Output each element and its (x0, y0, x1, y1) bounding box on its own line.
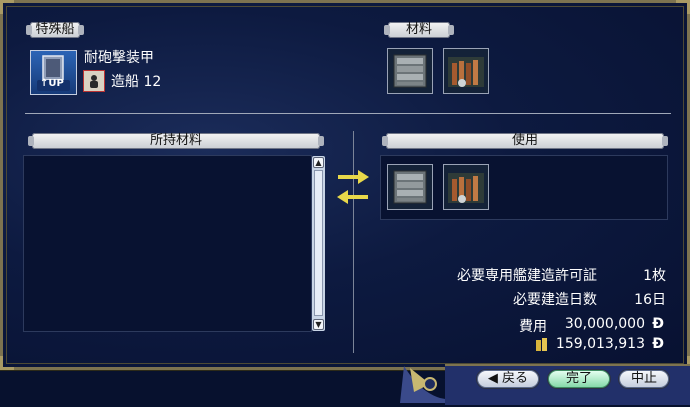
armor-book-icon[interactable]: ↑UP (30, 50, 77, 95)
back-button[interactable]: ◀ 戻る (477, 370, 539, 388)
done-button[interactable]: 完了 (548, 370, 610, 388)
cost-label: 費用 (519, 319, 547, 335)
special-ship-header: 特殊船 (26, 22, 84, 38)
shipbuilding-scroll-icon (83, 70, 105, 92)
upgrade-label: ↑UP (40, 78, 64, 89)
lumber-tools-icon[interactable] (443, 48, 489, 94)
cost-currency: Ð (652, 316, 664, 332)
scroll-thumb[interactable] (314, 170, 323, 316)
cost-value: 30,000,000 (564, 316, 645, 332)
permit-value: 1枚 (643, 268, 666, 284)
frame-corner (0, 356, 14, 370)
frame-corner (676, 0, 690, 14)
iron-plates-icon[interactable] (387, 164, 433, 210)
permit-label: 必要専用艦建造許可証 (457, 268, 597, 284)
iron-plates-icon[interactable] (387, 48, 433, 94)
money-currency: Ð (652, 336, 664, 352)
scroll-down-icon[interactable]: ▼ (313, 319, 324, 330)
inventory-list[interactable] (23, 155, 312, 332)
build-days-label: 必要建造日数 (513, 292, 597, 308)
money-bag-icon (535, 337, 549, 352)
materials-header: 材料 (384, 22, 454, 38)
cancel-button[interactable]: 中止 (619, 370, 669, 388)
inventory-scrollbar[interactable]: ▲ ▼ (312, 156, 325, 331)
inventory-header: 所持材料 (28, 133, 324, 149)
section-divider (25, 113, 671, 114)
usage-list[interactable] (380, 155, 668, 220)
ship-name: 耐砲撃装甲 (84, 50, 154, 66)
usage-header: 使用 (382, 133, 668, 149)
skill-requirement: 造船 12 (111, 74, 162, 90)
frame-corner (0, 0, 14, 14)
lumber-tools-icon[interactable] (443, 164, 489, 210)
arrow-right-icon[interactable] (336, 169, 370, 185)
arrow-left-icon[interactable] (336, 189, 370, 205)
panel-divider (353, 131, 354, 353)
scroll-up-icon[interactable]: ▲ (313, 157, 324, 168)
crafting-window: 特殊船 ↑UP 耐砲撃装甲 造船 12 材料 所持材料 ▲ ▼ 使用 必要専用艦… (0, 0, 690, 371)
money-value: 159,013,913 (555, 336, 645, 352)
build-days-value: 16日 (634, 292, 666, 308)
